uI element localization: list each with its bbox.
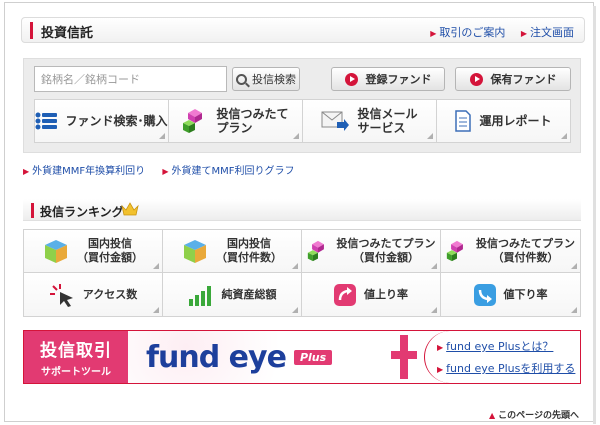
fund-eye-banner: 投信取引 サポートツール fund eye Plus ▶ fund eye Plu…: [23, 330, 581, 384]
cube-stack-icon: [446, 240, 463, 262]
tile-mail-service[interactable]: 投信メール サービス: [303, 100, 437, 142]
trend-down-icon: [473, 283, 496, 306]
plus-badge: Plus: [293, 349, 333, 365]
menu-tiles: ファンド検索･購入 投信つみたて プラン 投信メール サービス 運用レポート: [34, 99, 571, 143]
bar-chart-icon: [188, 285, 211, 306]
search-input[interactable]: [34, 66, 227, 92]
tile-label: 運用レポート: [479, 114, 552, 128]
back-to-top-link[interactable]: ▲ このページの先頭へ: [489, 408, 579, 421]
rank-plan-count[interactable]: 投信つみたてプラン （買付件数）: [441, 230, 580, 273]
triangle-right-icon: ▶: [437, 343, 444, 352]
play-circle-icon: [469, 72, 483, 86]
tile-report[interactable]: 運用レポート: [437, 100, 570, 142]
tile-label: 投信つみたて プラン: [216, 107, 289, 135]
ranking-title: 投信ランキング: [40, 205, 124, 219]
tile-label: 投信メール サービス: [357, 107, 418, 135]
header-links: ▶ 取引のご案内 ▶ 注文画面: [418, 24, 574, 40]
header-link-order[interactable]: ▶ 注文画面: [521, 26, 574, 39]
logo-text: fund eye: [146, 339, 287, 375]
cursor-click-icon: [49, 283, 73, 307]
corner-triangle-icon: [561, 133, 567, 139]
cube-stack-icon: [183, 109, 203, 133]
corner-triangle-icon: [153, 307, 159, 313]
triangle-right-icon: ▶: [430, 29, 437, 38]
list-icon: [35, 112, 58, 130]
document-icon: [455, 110, 472, 132]
tile-label: ファンド検索･購入: [65, 114, 168, 128]
page-frame: 投資信託 ▶取引のご案内 ▶注文画面 投信検索 登録ファンド 保有ファンド: [4, 2, 596, 424]
rank-access[interactable]: アクセス数: [24, 273, 163, 316]
search-panel: 投信検索 登録ファンド 保有ファンド ファンド検索･購入: [23, 58, 581, 153]
plus-cross-icon: [391, 335, 417, 379]
rank-price-up[interactable]: 値上り率: [302, 273, 441, 316]
rank-net-assets[interactable]: 純資産総額: [163, 273, 302, 316]
corner-triangle-icon: [571, 307, 577, 313]
owned-fund-button[interactable]: 保有ファンド: [455, 67, 571, 91]
tile-investment-plan[interactable]: 投信つみたて プラン: [169, 100, 303, 142]
rank-domestic-amount[interactable]: 国内投信 （買付金額）: [24, 230, 163, 273]
triangle-up-icon: ▲: [489, 411, 496, 420]
corner-triangle-icon: [431, 263, 437, 269]
search-button[interactable]: 投信検索: [232, 67, 300, 91]
link-fund-eye-use[interactable]: ▶ fund eye Plusを利用する: [437, 360, 580, 376]
link-mmf-yield[interactable]: ▶ 外貨建MMF年換算利回り: [23, 166, 145, 177]
cube-icon: [45, 240, 67, 263]
ranking-header: 投信ランキング: [23, 199, 581, 221]
play-circle-icon: [344, 72, 358, 86]
header-accent: [30, 22, 33, 39]
link-fund-eye-about[interactable]: ▶ fund eye Plusとは？: [437, 338, 580, 354]
ranking-accent: [31, 203, 34, 218]
tile-fund-search[interactable]: ファンド検索･購入: [35, 100, 169, 142]
rank-domestic-count[interactable]: 国内投信 （買付件数）: [163, 230, 302, 273]
banner-support-tool[interactable]: 投信取引 サポートツール: [24, 331, 128, 383]
triangle-right-icon: ▶: [162, 167, 169, 176]
ranking-grid: 国内投信 （買付金額） 国内投信 （買付件数） 投信つみたてプラン （買付金額）…: [23, 229, 581, 317]
cube-stack-icon: [307, 240, 324, 262]
corner-triangle-icon: [293, 133, 299, 139]
triangle-right-icon: ▶: [520, 29, 527, 38]
fund-eye-logo[interactable]: fund eye Plus: [128, 331, 418, 383]
sub-links: ▶ 外貨建MMF年換算利回り ▶ 外貨建てMMF利回りグラフ: [23, 162, 309, 177]
link-mmf-graph[interactable]: ▶ 外貨建てMMF利回りグラフ: [162, 166, 294, 177]
page-title: 投資信託: [41, 26, 94, 41]
crown-icon: [121, 202, 139, 216]
registered-fund-button[interactable]: 登録ファンド: [331, 67, 445, 91]
cube-icon: [184, 240, 206, 263]
corner-triangle-icon: [292, 307, 298, 313]
triangle-right-icon: ▶: [437, 365, 444, 374]
corner-triangle-icon: [427, 133, 433, 139]
triangle-right-icon: ▶: [23, 167, 30, 176]
rank-price-down[interactable]: 値下り率: [441, 273, 580, 316]
banner-links: ▶ fund eye Plusとは？ ▶ fund eye Plusを利用する: [424, 331, 580, 383]
mail-arrow-icon: [321, 111, 350, 131]
header-bar: 投資信託 ▶ 取引のご案内 ▶ 注文画面: [21, 17, 585, 43]
rank-plan-amount[interactable]: 投信つみたてプラン （買付金額）: [302, 230, 441, 273]
corner-triangle-icon: [159, 133, 165, 139]
search-icon: [236, 73, 247, 85]
corner-triangle-icon: [571, 263, 577, 269]
corner-triangle-icon: [431, 307, 437, 313]
corner-triangle-icon: [292, 263, 298, 269]
header-link-guide[interactable]: ▶ 取引のご案内: [430, 26, 505, 39]
corner-triangle-icon: [153, 263, 159, 269]
trend-up-icon: [334, 283, 356, 306]
